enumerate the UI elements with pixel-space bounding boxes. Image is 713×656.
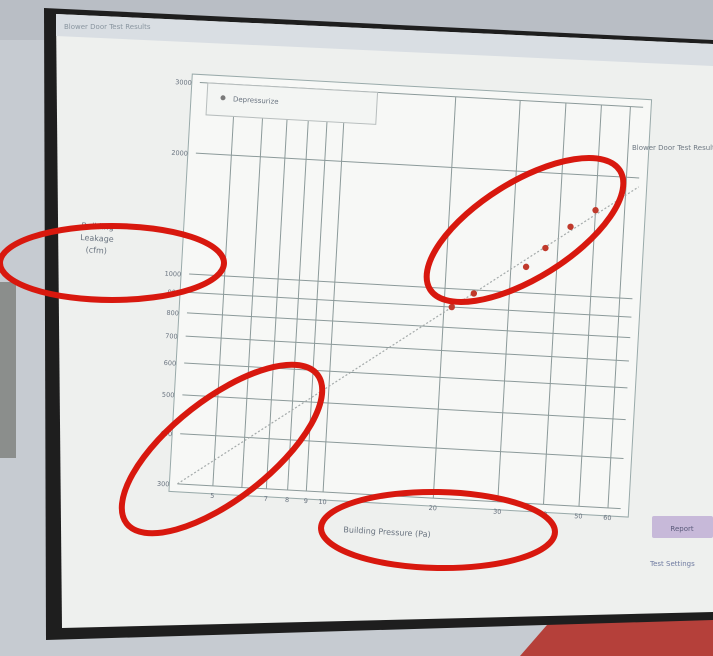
side-panel-note: Test Settings xyxy=(649,560,695,568)
wall-panel xyxy=(0,282,16,458)
x-tick-label-3: 8 xyxy=(285,496,290,504)
y-tick-label-8: 2000 xyxy=(171,149,188,158)
y-tick-label-0: 300 xyxy=(157,480,170,489)
photo-scene: Blower Door Test Results 300400500600700… xyxy=(0,0,713,656)
y-axis-title-line-2: Leakage xyxy=(80,233,114,244)
x-tick-label-10: 60 xyxy=(603,514,612,522)
x-tick-label-7: 30 xyxy=(493,508,502,516)
side-panel-title: Blower Door Test Results xyxy=(632,144,713,152)
x-tick-label-0: 5 xyxy=(210,492,215,500)
x-tick-label-9: 50 xyxy=(574,512,583,520)
y-tick-label-4: 700 xyxy=(165,332,178,341)
y-tick-label-5: 800 xyxy=(166,309,179,318)
y-tick-label-9: 3000 xyxy=(175,78,192,87)
y-tick-label-2: 500 xyxy=(162,391,175,400)
report-button-label[interactable]: Report xyxy=(670,525,693,533)
y-tick-label-3: 600 xyxy=(163,359,176,368)
x-tick-label-5: 10 xyxy=(318,498,327,506)
window-title: Blower Door Test Results xyxy=(64,23,151,31)
y-tick-label-7: 1000 xyxy=(164,270,181,279)
y-axis-title-line-3: (cfm) xyxy=(85,245,107,255)
x-tick-label-2: 7 xyxy=(264,495,269,503)
x-tick-label-4: 9 xyxy=(303,497,308,505)
x-tick-label-6: 20 xyxy=(428,504,437,512)
